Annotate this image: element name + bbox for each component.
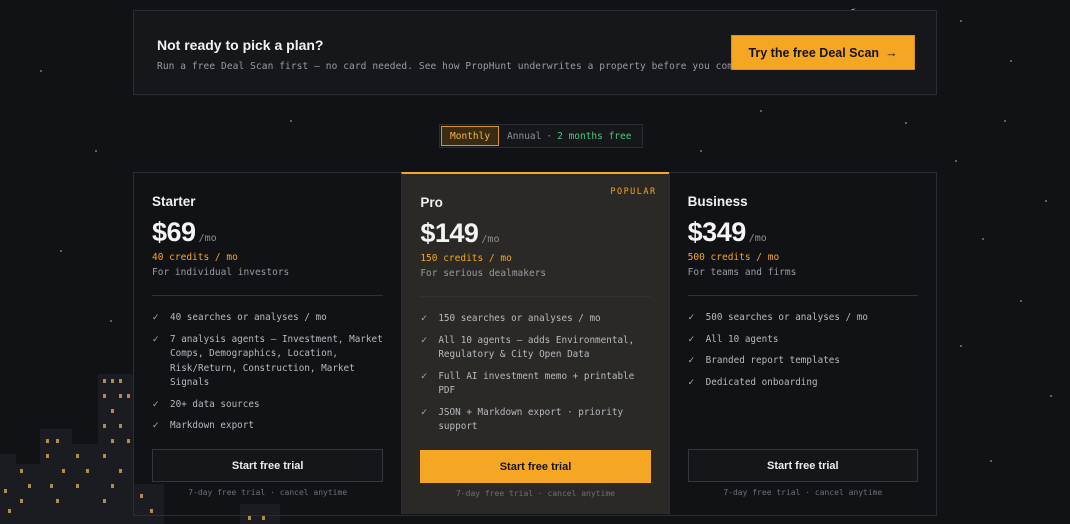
feature-item: ✓ 150 searches or analyses / mo xyxy=(420,312,654,327)
feature-text: JSON + Markdown export · priority suppor… xyxy=(438,406,624,433)
check-icon: ✓ xyxy=(420,314,428,324)
toggle-separator: · xyxy=(546,130,553,142)
feature-text: Dedicated onboarding xyxy=(705,376,818,388)
check-icon: ✓ xyxy=(420,371,428,382)
feature-list: ✓ 500 searches or analyses / mo ✓ All 10 a… xyxy=(688,311,922,397)
plan-price: $349 xyxy=(687,217,747,247)
trial-fine-print: 7-day free trial · cancel anytime xyxy=(723,488,883,497)
divider xyxy=(420,296,651,297)
plan-price: $69 xyxy=(152,217,196,247)
check-icon: ✓ xyxy=(420,335,428,346)
feature-text: 500 searches or analyses / mo xyxy=(705,312,868,323)
annual-label: Annual xyxy=(507,130,542,142)
check-icon: ✓ xyxy=(152,334,160,345)
banner-subtitle: Run a free Deal Scan first — no card nee… xyxy=(157,61,757,72)
feature-text: All 10 agents — adds Environmental, Regu… xyxy=(438,334,635,361)
check-icon: ✓ xyxy=(152,313,160,323)
toggle-annual[interactable]: Annual · 2 months free xyxy=(499,131,641,142)
billing-period-toggle: Monthly Annual · 2 months free xyxy=(439,124,644,148)
check-icon: ✓ xyxy=(152,399,160,410)
start-free-trial-button-starter[interactable]: Start free trial xyxy=(152,449,384,482)
feature-item: ✓ All 10 agents xyxy=(688,333,922,348)
annual-promo-label: 2 months free xyxy=(557,130,632,142)
feature-list: ✓ 150 searches or analyses / mo ✓ All 10 a… xyxy=(420,312,654,442)
feature-item: ✓ Dedicated onboarding xyxy=(688,376,922,391)
check-icon: ✓ xyxy=(687,377,696,388)
check-icon: ✓ xyxy=(687,356,696,366)
feature-list: ✓ 40 searches or analyses / mo ✓ 7 analysi… xyxy=(152,311,387,441)
feature-item: ✓ JSON + Markdown export · priority suppo… xyxy=(420,406,654,435)
banner-title: Not ready to pick a plan? xyxy=(157,37,324,53)
feature-text: All 10 agents xyxy=(705,333,779,345)
plan-credits: 150 credits / mo xyxy=(420,253,512,264)
feature-text: Full AI investment memo + printable PDF xyxy=(438,370,635,397)
plan-name: Starter xyxy=(152,194,196,209)
arrow-right-icon: → xyxy=(885,45,898,60)
plan-tagline: For teams and firms xyxy=(687,267,797,278)
price-row: $149 /mo xyxy=(420,218,499,249)
price-row: $349 /mo xyxy=(688,217,767,248)
plan-tagline: For serious dealmakers xyxy=(420,268,547,279)
plan-name: Pro xyxy=(420,195,443,210)
feature-text: Branded report templates xyxy=(705,355,840,366)
plan-card-pro: POPULAR Pro $149 /mo 150 credits / mo Fo… xyxy=(401,172,669,514)
price-row: $69 /mo xyxy=(152,217,217,248)
pricing-plans: Starter $69 /mo 40 credits / mo For indi… xyxy=(133,172,937,516)
trial-fine-print: 7-day free trial · cancel anytime xyxy=(188,488,348,497)
plan-price: $149 xyxy=(420,218,479,248)
deal-scan-banner: Not ready to pick a plan? Run a free Dea… xyxy=(133,10,937,95)
start-free-trial-button-business[interactable]: Start free trial xyxy=(687,449,918,482)
plan-tagline: For individual investors xyxy=(152,267,290,278)
price-period: /mo xyxy=(198,233,217,244)
plan-credits: 40 credits / mo xyxy=(152,252,238,263)
feature-item: ✓ 20+ data sources xyxy=(152,398,387,413)
price-period: /mo xyxy=(481,234,500,245)
popular-badge: POPULAR xyxy=(610,187,657,197)
banner-cta-label: Try the free Deal Scan xyxy=(748,45,880,60)
feature-text: 20+ data sources xyxy=(170,398,260,410)
toggle-monthly[interactable]: Monthly xyxy=(441,126,500,146)
check-icon: ✓ xyxy=(687,313,696,323)
feature-item: ✓ All 10 agents — adds Environmental, Reg… xyxy=(420,334,654,363)
feature-text: 7 analysis agents — Investment, Market C… xyxy=(170,333,383,389)
trial-fine-print: 7-day free trial · cancel anytime xyxy=(456,489,615,498)
feature-text: 150 searches or analyses / mo xyxy=(438,313,601,324)
feature-item: ✓ 40 searches or analyses / mo xyxy=(152,311,387,326)
feature-item: ✓ Branded report templates xyxy=(688,354,922,369)
check-icon: ✓ xyxy=(687,334,696,345)
plan-card-business: Business $349 /mo 500 credits / mo For t… xyxy=(668,173,936,515)
feature-item: ✓ Markdown export xyxy=(152,419,387,434)
check-icon: ✓ xyxy=(152,421,160,431)
divider xyxy=(687,295,918,296)
plan-credits: 500 credits / mo xyxy=(687,252,780,263)
feature-text: Markdown export xyxy=(170,420,254,431)
plan-card-starter: Starter $69 /mo 40 credits / mo For indi… xyxy=(134,173,401,515)
divider xyxy=(152,295,384,296)
plan-name: Business xyxy=(687,194,748,209)
feature-item: ✓ 500 searches or analyses / mo xyxy=(688,311,922,326)
feature-text: 40 searches or analyses / mo xyxy=(170,312,327,323)
check-icon: ✓ xyxy=(420,407,428,418)
price-period: /mo xyxy=(748,233,767,244)
try-free-deal-scan-button[interactable]: Try the free Deal Scan → xyxy=(732,36,914,69)
feature-item: ✓ 7 analysis agents — Investment, Market … xyxy=(152,333,387,391)
feature-item: ✓ Full AI investment memo + printable PDF xyxy=(420,370,654,399)
start-free-trial-button-pro[interactable]: Start free trial xyxy=(420,450,651,483)
